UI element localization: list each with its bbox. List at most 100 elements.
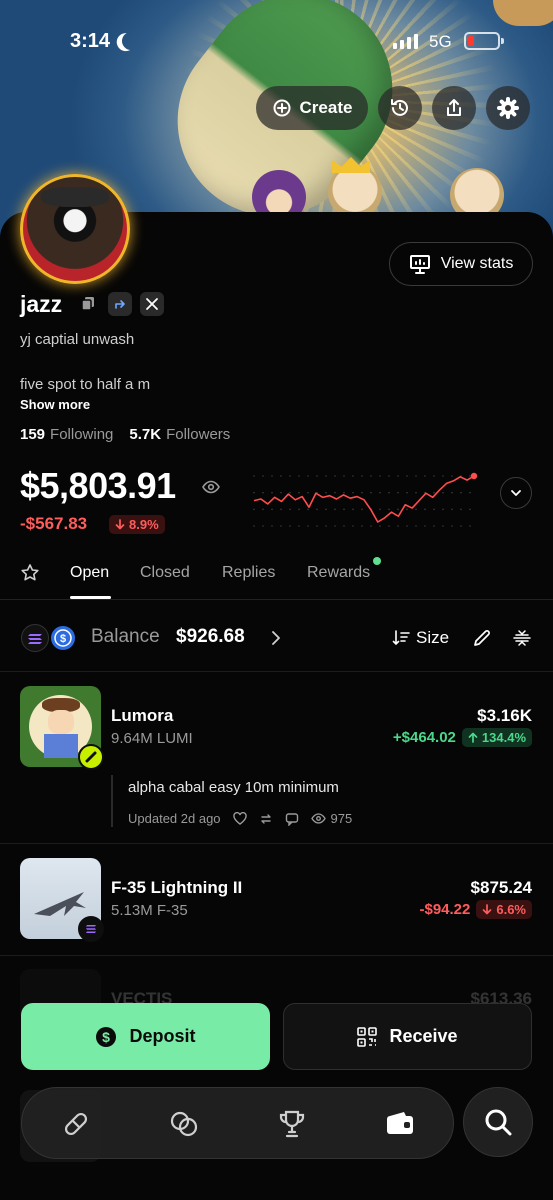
grid-dot: [388, 508, 390, 511]
history-button[interactable]: [378, 86, 422, 130]
tab-closed[interactable]: Closed: [140, 564, 190, 582]
grid-dot: [415, 525, 417, 527]
grid-dot: [397, 525, 399, 527]
share-icon: [447, 99, 461, 116]
grid-dot: [280, 475, 282, 477]
grid-dot: [370, 525, 372, 527]
grid-dot: [361, 491, 363, 494]
expand-chart-button[interactable]: [500, 477, 532, 509]
series-line: [253, 475, 475, 523]
followers-link[interactable]: 5.7K Followers: [129, 426, 230, 443]
arrow-down-icon: [115, 519, 125, 530]
grid-dot: [334, 525, 336, 527]
nav-pill[interactable]: [58, 1106, 94, 1142]
pump-badge-icon: [78, 744, 104, 770]
add-circle-icon: [273, 99, 291, 117]
heart-icon[interactable]: [232, 812, 247, 825]
network-type: 5G: [429, 32, 452, 51]
grid-dot: [316, 508, 318, 511]
usdc-icon: $: [49, 624, 77, 652]
grid-dot: [370, 475, 372, 477]
create-button[interactable]: Create: [256, 86, 368, 130]
grid-dot: [298, 475, 300, 477]
solana-chain-icon: [78, 916, 104, 942]
grid-dot: [289, 508, 291, 511]
grid-dot: [280, 525, 282, 527]
grid-dot: [343, 525, 345, 527]
token-change-badge: 134.4%: [461, 728, 532, 747]
grid-dot: [325, 491, 327, 494]
grid-dot: [352, 525, 354, 527]
grid-dot: [469, 475, 471, 477]
nav-trophy[interactable]: [274, 1106, 310, 1142]
grid-dot: [307, 475, 309, 477]
grid-dot: [442, 508, 444, 511]
nav-wallet[interactable]: [382, 1106, 418, 1142]
grid-dot: [352, 491, 354, 494]
battery-icon: [464, 32, 504, 50]
pnl-percent: 8.9%: [129, 517, 159, 532]
balance-row[interactable]: $ Balance $926.68 Size: [0, 614, 553, 660]
search-icon: [485, 1109, 512, 1136]
grid-dot: [334, 475, 336, 477]
following-link[interactable]: 159 Following: [20, 426, 113, 443]
receive-button[interactable]: Receive: [283, 1003, 532, 1070]
link-icon[interactable]: [108, 292, 132, 316]
nav-coins[interactable]: [166, 1106, 202, 1142]
grid-dot: [271, 525, 273, 527]
grid-dot: [352, 475, 354, 477]
grid-dot: [379, 508, 381, 511]
edit-icon[interactable]: [472, 628, 492, 648]
token-change: -$94.22 6.6%: [419, 900, 532, 919]
grid-dot: [451, 525, 453, 527]
deposit-button[interactable]: $ Deposit: [21, 1003, 270, 1070]
chevron-right-icon: [272, 631, 280, 645]
view-stats-button[interactable]: View stats: [389, 242, 533, 286]
mascot-king: [328, 165, 382, 219]
grid-dot: [316, 475, 318, 477]
grid-dot: [433, 491, 435, 494]
grid-dot: [262, 525, 264, 527]
show-more-link[interactable]: Show more: [20, 397, 90, 412]
comment-icon[interactable]: [285, 812, 299, 826]
username: jazz: [20, 291, 63, 317]
grid-dot: [325, 508, 327, 511]
post-updated: Updated 2d ago: [128, 811, 221, 826]
grid-dot: [451, 491, 453, 494]
repost-icon[interactable]: [259, 812, 273, 826]
grid-dot: [262, 475, 264, 477]
post-text: alpha cabal easy 10m minimum: [128, 779, 339, 796]
copy-icon[interactable]: [76, 292, 100, 316]
solana-icon: [21, 624, 49, 652]
settings-button[interactable]: [486, 86, 530, 130]
grid-dot: [388, 491, 390, 494]
tab-replies[interactable]: Replies: [222, 564, 275, 582]
share-button[interactable]: [432, 86, 476, 130]
tab-favorites[interactable]: [20, 563, 40, 588]
tab-rewards[interactable]: Rewards: [307, 564, 370, 582]
balance-value: $926.68: [176, 626, 245, 647]
position-tabs: Open Closed Replies Rewards: [0, 556, 553, 600]
grid-dot: [424, 525, 426, 527]
grid-dot: [325, 475, 327, 477]
grid-dot: [460, 508, 462, 511]
grid-dot: [469, 508, 471, 511]
x-social-icon[interactable]: [140, 292, 164, 316]
series-end-point: [470, 472, 478, 480]
grid-dot: [406, 491, 408, 494]
grid-dot: [334, 508, 336, 511]
grid-dot: [289, 491, 291, 494]
bio-line-2: five spot to half a m: [20, 376, 151, 393]
tab-open[interactable]: Open: [70, 564, 109, 582]
sort-descending-icon[interactable]: [392, 629, 410, 647]
grid-dot: [388, 475, 390, 477]
grid-dot: [361, 475, 363, 477]
receive-label: Receive: [389, 1026, 458, 1046]
search-button[interactable]: [463, 1087, 533, 1157]
chevron-down-icon: [511, 490, 521, 496]
avatar[interactable]: [20, 174, 130, 284]
sort-size-button[interactable]: Size: [416, 628, 449, 648]
collapse-icon[interactable]: [512, 628, 532, 648]
eye-icon[interactable]: [202, 480, 220, 499]
grid-dot: [379, 525, 381, 527]
